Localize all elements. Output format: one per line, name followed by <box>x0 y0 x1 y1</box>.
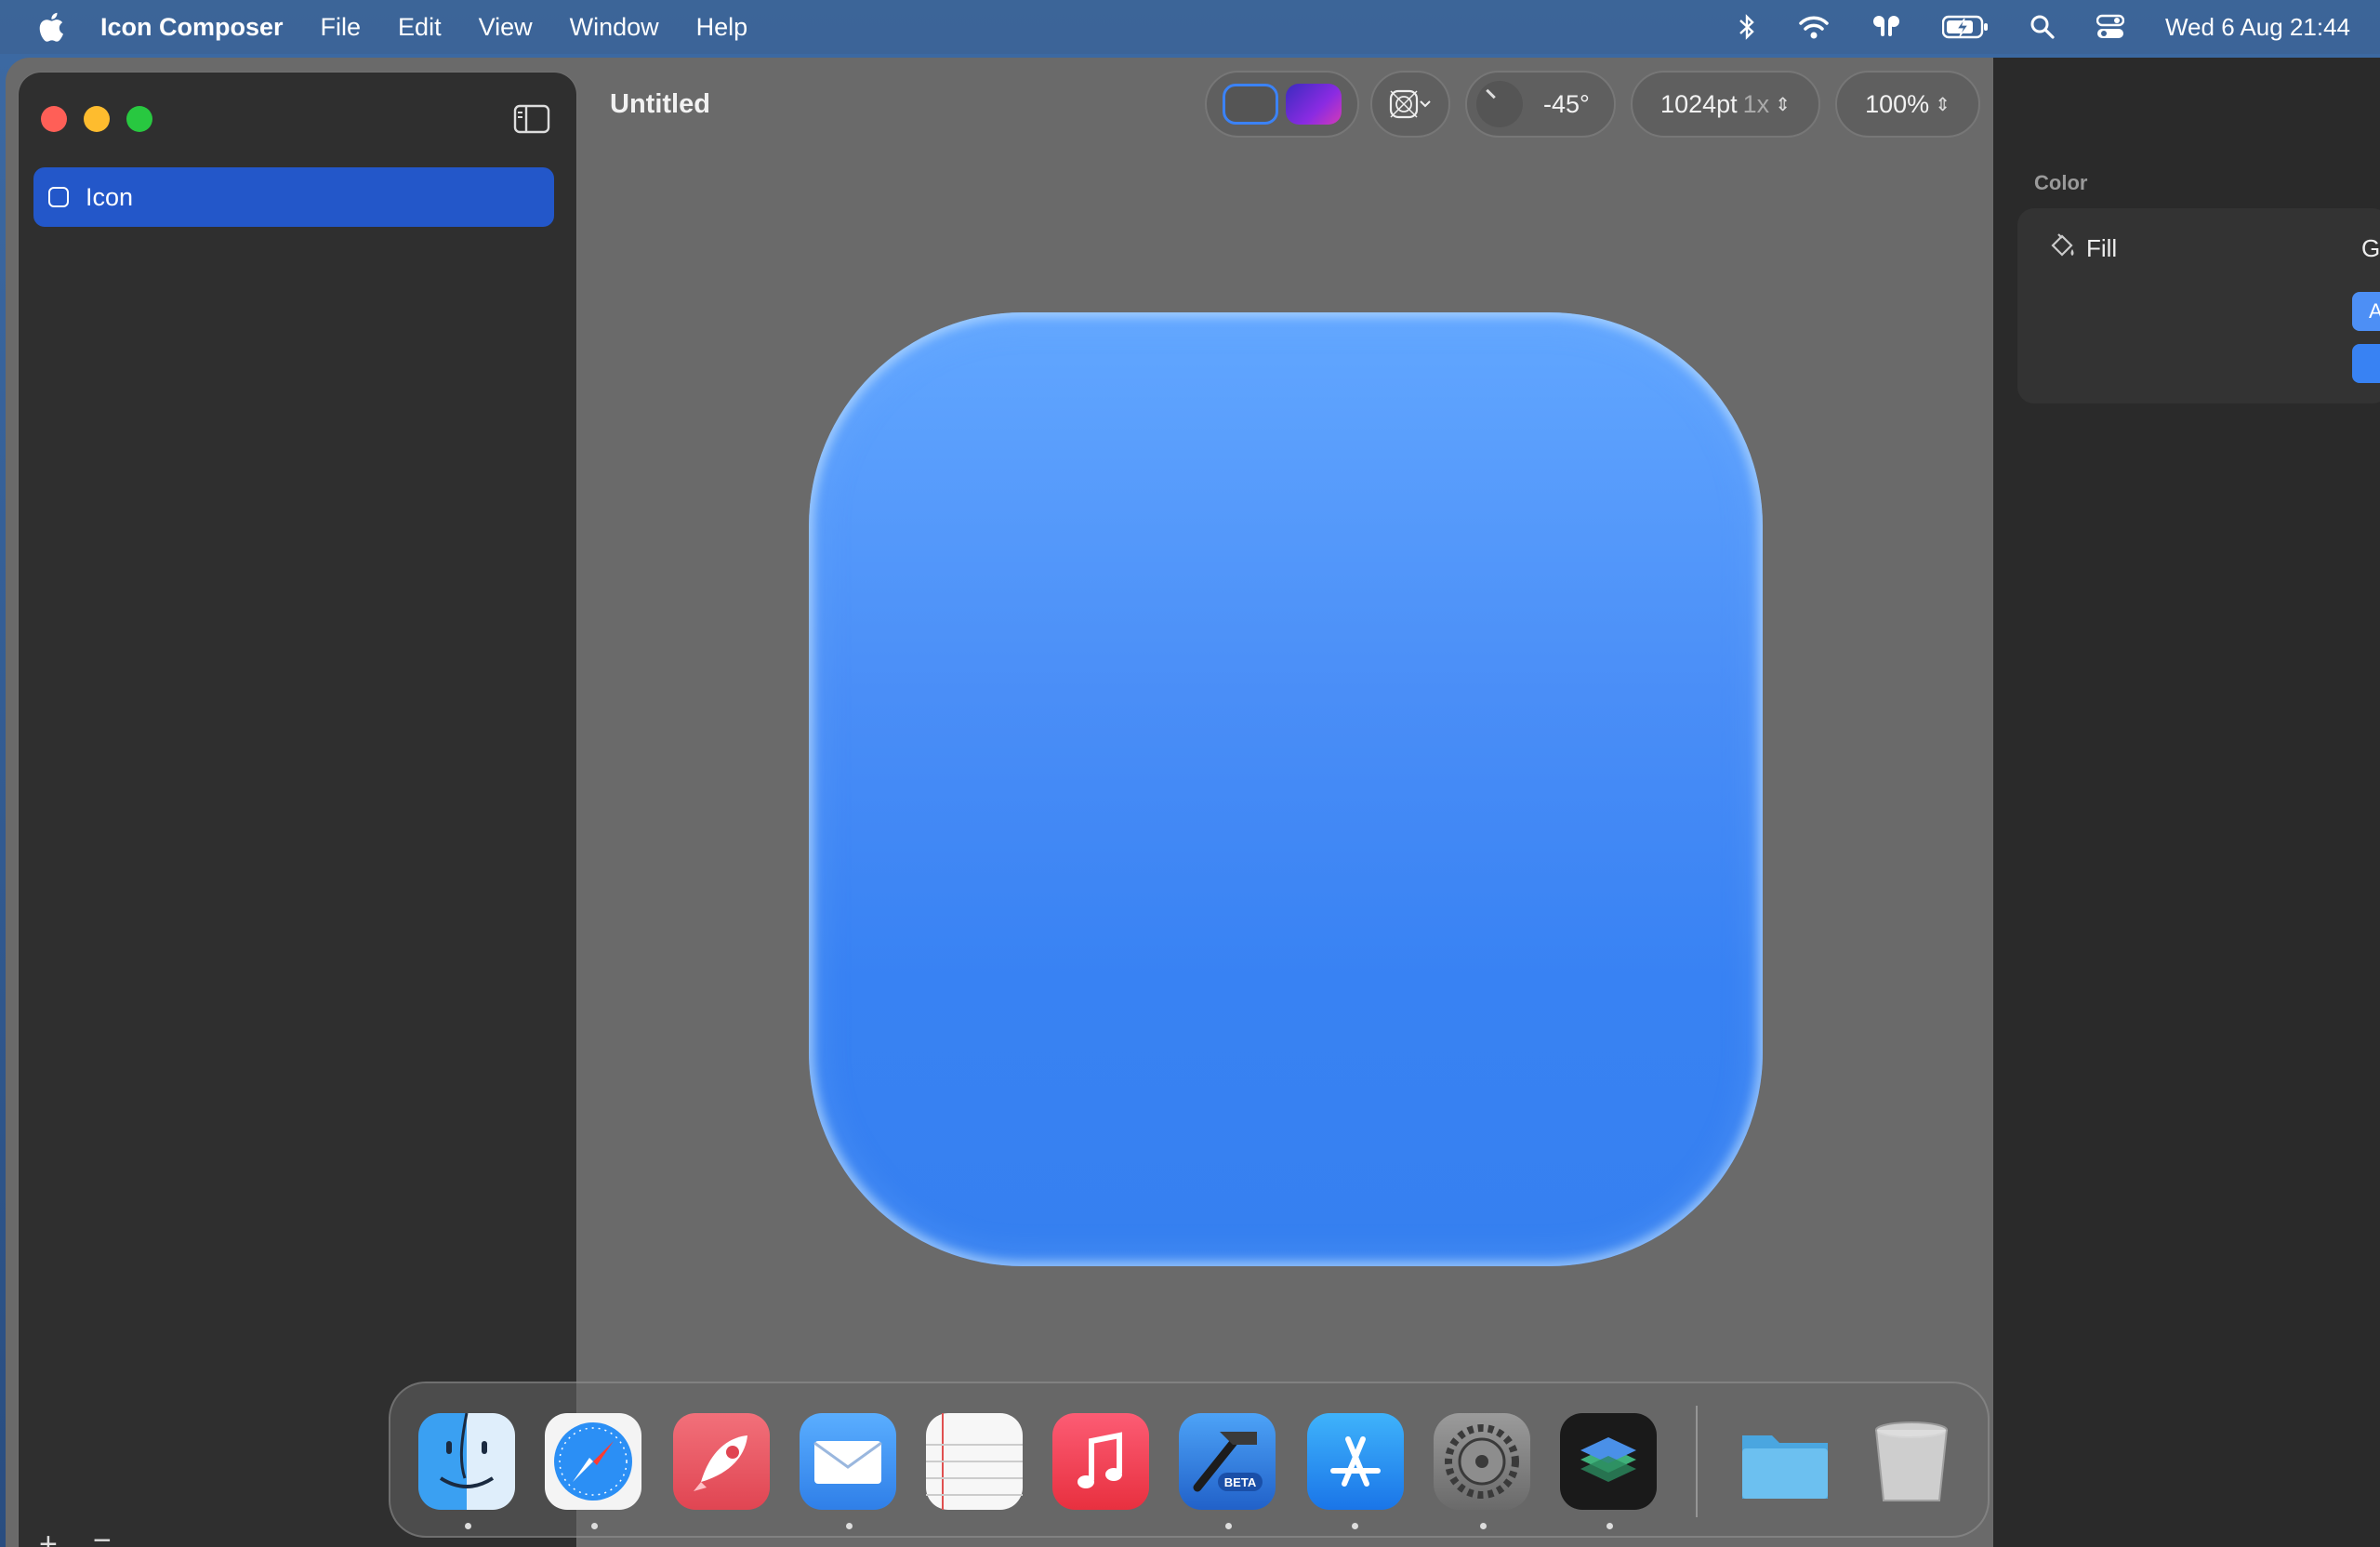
document-title: Untitled <box>610 89 710 119</box>
dark-appearance-swatch[interactable] <box>1286 84 1342 125</box>
window-menu[interactable]: Window <box>570 13 659 42</box>
stepper-chevron-icon: ⇕ <box>1775 94 1791 115</box>
apple-menu-icon[interactable] <box>35 10 65 44</box>
icon-composer-window: Icon + − Untitled -45° 1024pt 1x ⇕ 100% … <box>6 58 2380 1547</box>
help-menu[interactable]: Help <box>696 13 748 42</box>
file-menu[interactable]: File <box>321 13 362 42</box>
music-icon[interactable] <box>1052 1413 1149 1510</box>
icon-preview[interactable] <box>809 312 1763 1266</box>
color-section-heading: Color <box>2034 171 2088 194</box>
trash-icon[interactable] <box>1863 1413 1960 1510</box>
running-indicator <box>1225 1523 1232 1529</box>
folder-icon[interactable] <box>1737 1413 1833 1510</box>
xcode-beta-badge: BETA <box>1224 1475 1257 1489</box>
textedit-icon[interactable] <box>926 1413 1023 1510</box>
icon-composer-icon[interactable] <box>1560 1413 1657 1510</box>
fill-card: Fill Gr Au <box>2017 208 2380 403</box>
app-store-icon[interactable] <box>1307 1413 1404 1510</box>
appearance-toggle[interactable] <box>1205 71 1359 138</box>
running-indicator <box>1606 1523 1613 1529</box>
minimize-window-button[interactable] <box>84 106 110 132</box>
sidebar: Icon + − <box>19 73 576 1547</box>
battery-icon[interactable] <box>1941 15 1989 39</box>
automatic-button[interactable]: Au <box>2352 292 2380 331</box>
light-angle-control[interactable]: -45° <box>1465 71 1616 138</box>
close-window-button[interactable] <box>41 106 67 132</box>
layer-label: Icon <box>86 182 134 211</box>
sidebar-toggle-icon[interactable] <box>513 104 550 134</box>
running-indicator <box>1480 1523 1487 1529</box>
zoom-window-button[interactable] <box>126 106 152 132</box>
size-value: 1024pt <box>1660 89 1738 118</box>
layer-row-icon[interactable]: Icon <box>33 167 554 227</box>
remove-layer-button[interactable]: − <box>93 1523 112 1547</box>
status-area: Wed 6 Aug 21:44 <box>1738 0 2350 54</box>
paint-bucket-icon <box>2051 233 2074 257</box>
running-indicator <box>846 1523 853 1529</box>
zoom-value: 100% <box>1865 89 1930 118</box>
finder-icon[interactable] <box>418 1412 515 1510</box>
angle-knob-icon[interactable] <box>1476 81 1523 127</box>
fill-type-selector[interactable]: Gr <box>2361 234 2380 263</box>
wifi-icon[interactable] <box>1797 14 1831 40</box>
icon-grid-icon <box>1389 89 1419 119</box>
menu-clock[interactable]: Wed 6 Aug 21:44 <box>2165 13 2350 42</box>
add-layer-button[interactable]: + <box>39 1527 58 1547</box>
dock: BETA <box>389 1382 1990 1538</box>
safari-icon[interactable] <box>545 1413 641 1510</box>
edit-menu[interactable]: Edit <box>398 13 442 42</box>
zoom-stepper[interactable]: 100% ⇕ <box>1835 71 1980 138</box>
angle-value: -45° <box>1543 89 1590 118</box>
fill-color-swatch[interactable] <box>2352 344 2380 383</box>
dock-separator <box>1696 1406 1698 1517</box>
stepper-chevron-icon: ⇕ <box>1935 94 1950 115</box>
preview-size-stepper[interactable]: 1024pt 1x ⇕ <box>1631 71 1820 138</box>
running-indicator <box>465 1523 471 1529</box>
fill-label: Fill <box>2086 234 2118 262</box>
inspector-panel: Color Fill Gr Au <box>1993 58 2380 1547</box>
menu-bar: Icon Composer File Edit View Window Help… <box>0 0 2380 54</box>
xcode-beta-icon[interactable]: BETA <box>1179 1413 1276 1510</box>
mail-icon[interactable] <box>800 1413 896 1510</box>
system-settings-icon[interactable] <box>1434 1413 1530 1510</box>
control-center-icon[interactable] <box>2096 14 2124 40</box>
airpods-icon[interactable] <box>1871 14 1901 40</box>
light-appearance-swatch[interactable] <box>1223 84 1278 125</box>
chevron-down-icon <box>1420 100 1431 108</box>
layer-checkbox-icon[interactable] <box>48 187 69 207</box>
view-menu[interactable]: View <box>479 13 533 42</box>
app-name-menu[interactable]: Icon Composer <box>100 13 284 42</box>
running-indicator <box>1352 1523 1358 1529</box>
running-indicator <box>591 1523 598 1529</box>
bluetooth-icon[interactable] <box>1738 13 1756 41</box>
spotlight-search-icon[interactable] <box>2030 14 2056 40</box>
scale-value: 1x <box>1742 89 1770 118</box>
launchpad-icon[interactable] <box>673 1413 770 1510</box>
platform-picker[interactable] <box>1370 71 1450 138</box>
